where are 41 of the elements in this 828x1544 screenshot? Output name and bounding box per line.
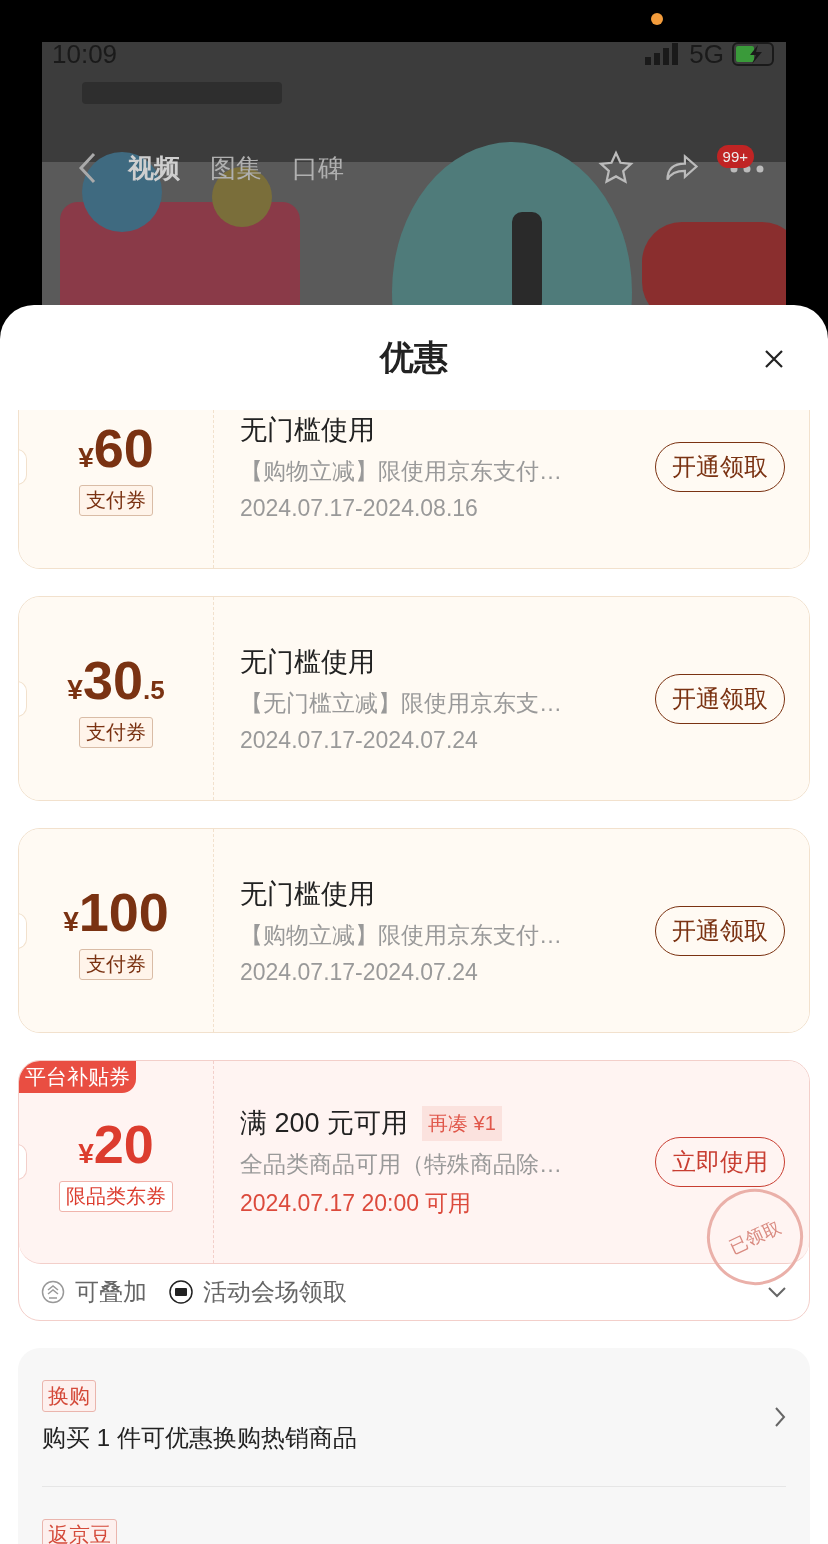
coupon-type: 限品类东券	[59, 1180, 173, 1212]
coupon-description: 全品类商品可用（特殊商品除…	[240, 1150, 563, 1179]
coupon-description: 【购物立减】限使用京东支付…	[240, 456, 563, 486]
coupon-amount: ¥30.5	[67, 649, 165, 711]
claim-button[interactable]: 开通领取	[655, 673, 785, 724]
coupon-amount: ¥20	[78, 1112, 154, 1175]
coupon-type: 支付券	[79, 949, 153, 980]
nav-tab[interactable]: 视频	[128, 150, 180, 186]
coupon-description: 【购物立减】限使用京东支付…	[240, 920, 563, 950]
ticket-icon	[169, 1280, 193, 1304]
offer-text[interactable]: 购买 1 件可优惠换购热销商品	[42, 1422, 357, 1454]
stack-icon	[41, 1280, 65, 1304]
chevron-down-icon[interactable]	[767, 1286, 787, 1298]
close-icon[interactable]	[764, 349, 784, 369]
coupon-amount: ¥100	[63, 881, 169, 943]
privacy-indicator-icon	[651, 13, 663, 25]
coupon-title: 无门槛使用	[240, 413, 375, 447]
stackable-label: 可叠加	[75, 1277, 147, 1307]
claim-button[interactable]: 开通领取	[655, 905, 785, 956]
claim-button[interactable]: 立即使用	[655, 1137, 785, 1187]
offer-tag: 换购	[42, 1380, 96, 1412]
coupon-date: 2024.07.17 20:00 可用	[240, 1189, 473, 1218]
coupon-date: 2024.07.17-2024.08.16	[240, 494, 479, 522]
top-up-tag: 再凑 ¥1	[422, 1105, 502, 1141]
offer-tag: 返京豆	[42, 1519, 117, 1544]
coupon-title: 无门槛使用	[240, 645, 375, 679]
star-icon[interactable]	[598, 150, 634, 186]
coupon-date: 2024.07.17-2024.07.24	[240, 958, 479, 986]
chevron-right-icon[interactable]	[774, 1406, 786, 1428]
coupon-title: 无门槛使用	[240, 877, 375, 911]
source-label: 活动会场领取	[203, 1277, 347, 1307]
coupon-type: 支付券	[79, 485, 153, 516]
claim-button[interactable]: 开通领取	[655, 441, 785, 492]
coupon-amount: ¥60	[78, 417, 154, 479]
sheet-title: 优惠	[380, 336, 448, 378]
coupon-title: 满 200 元可用	[240, 1107, 409, 1140]
back-icon[interactable]	[78, 152, 98, 184]
coupon-description: 【无门槛立减】限使用京东支…	[240, 688, 563, 718]
coupon-label: 平台补贴券	[19, 1061, 136, 1093]
coupon-date: 2024.07.17-2024.07.24	[240, 726, 479, 754]
coupon-type: 支付券	[79, 717, 153, 748]
